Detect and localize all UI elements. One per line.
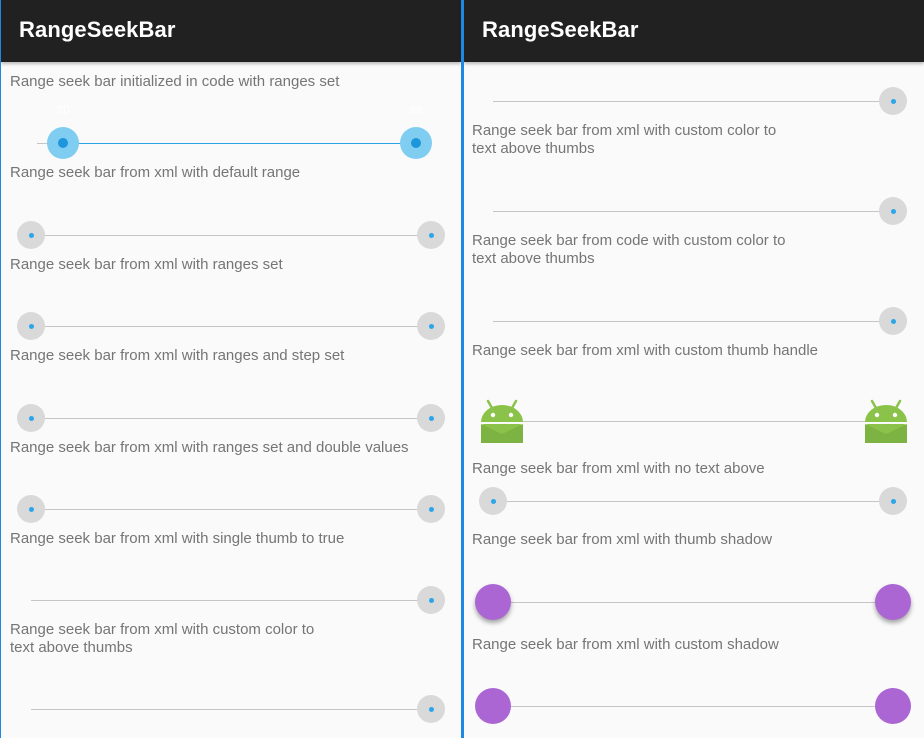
app-bar: RangeSeekBar — [1, 0, 461, 62]
scroll-content[interactable]: Range seek bar initialized in code with … — [1, 62, 461, 728]
seekbar-track[interactable] — [31, 418, 431, 419]
seekbar-label-line1: Range seek bar from code with custom col… — [472, 232, 786, 249]
max-thumb[interactable] — [417, 495, 445, 523]
seekbar-label: Range seek bar initialized in code with … — [10, 73, 340, 90]
scroll-content[interactable]: Range seek bar from xml with custom colo… — [464, 62, 924, 738]
seekbar-track[interactable] — [31, 235, 431, 236]
seekbar-label-line2: text above thumbs — [472, 250, 595, 267]
single-thumb[interactable] — [417, 586, 445, 614]
seekbar-label: Range seek bar from xml with no text abo… — [472, 460, 765, 477]
app-bar: RangeSeekBar — [464, 0, 924, 62]
seekbar-selected-range — [63, 143, 416, 144]
min-thumb[interactable] — [475, 584, 511, 620]
max-thumb[interactable] — [879, 487, 907, 515]
app-title: RangeSeekBar — [482, 17, 639, 42]
max-thumb[interactable] — [417, 404, 445, 432]
seekbar-track[interactable] — [31, 600, 431, 601]
seekbar-label-line1: Range seek bar from xml with custom colo… — [472, 122, 777, 139]
min-thumb[interactable] — [17, 495, 45, 523]
seekbar-track[interactable] — [31, 509, 431, 510]
seekbar-label-line2: text above thumbs — [472, 140, 595, 157]
seekbar-track[interactable] — [502, 421, 886, 422]
seekbar-label-line2: text above thumbs — [10, 639, 133, 656]
seekbar-label: Range seek bar from xml with single thum… — [10, 530, 345, 547]
min-thumb[interactable] — [47, 127, 79, 159]
seekbar-track[interactable] — [493, 706, 893, 707]
max-thumb[interactable] — [417, 312, 445, 340]
seekbar-label: Range seek bar from xml with ranges and … — [10, 347, 345, 364]
android-robot-icon[interactable] — [863, 398, 909, 444]
seekbar-track[interactable] — [493, 321, 893, 322]
min-thumb[interactable] — [17, 312, 45, 340]
seekbar-label: Range seek bar from xml with default ran… — [10, 164, 301, 181]
min-thumb[interactable] — [475, 688, 511, 724]
single-thumb[interactable] — [879, 307, 907, 335]
seekbar-label-line1: Range seek bar from xml with custom colo… — [10, 621, 315, 638]
max-thumb[interactable] — [417, 221, 445, 249]
seekbar-label: Range seek bar from xml with ranges set … — [10, 439, 409, 456]
min-thumb[interactable] — [17, 404, 45, 432]
min-thumb[interactable] — [479, 487, 507, 515]
seekbar-track[interactable] — [493, 211, 893, 212]
max-value-label: 88 — [409, 103, 423, 117]
seekbar-track[interactable] — [493, 602, 893, 603]
min-value-label: 20 — [56, 103, 70, 117]
max-thumb[interactable] — [400, 127, 432, 159]
min-thumb[interactable] — [17, 221, 45, 249]
seekbar-label: Range seek bar from xml with ranges set — [10, 256, 283, 273]
left-screen: RangeSeekBar Range seek bar initialized … — [0, 0, 462, 738]
seekbar-track[interactable] — [493, 101, 893, 102]
seekbar-label: Range seek bar from xml with custom shad… — [472, 636, 779, 653]
single-thumb[interactable] — [879, 87, 907, 115]
app-title: RangeSeekBar — [19, 17, 176, 42]
single-thumb[interactable] — [879, 197, 907, 225]
seekbar-label: Range seek bar from xml with thumb shado… — [472, 531, 773, 548]
seekbar-track[interactable] — [493, 501, 893, 502]
single-thumb[interactable] — [417, 695, 445, 723]
seekbar-track[interactable] — [31, 709, 431, 710]
seekbar-label: Range seek bar from xml with custom thum… — [472, 342, 818, 359]
max-thumb[interactable] — [875, 688, 911, 724]
seekbar-track[interactable] — [31, 326, 431, 327]
max-thumb[interactable] — [875, 584, 911, 620]
right-screen: RangeSeekBar Range seek bar from xml wit… — [463, 0, 924, 738]
android-robot-icon[interactable] — [479, 398, 525, 444]
